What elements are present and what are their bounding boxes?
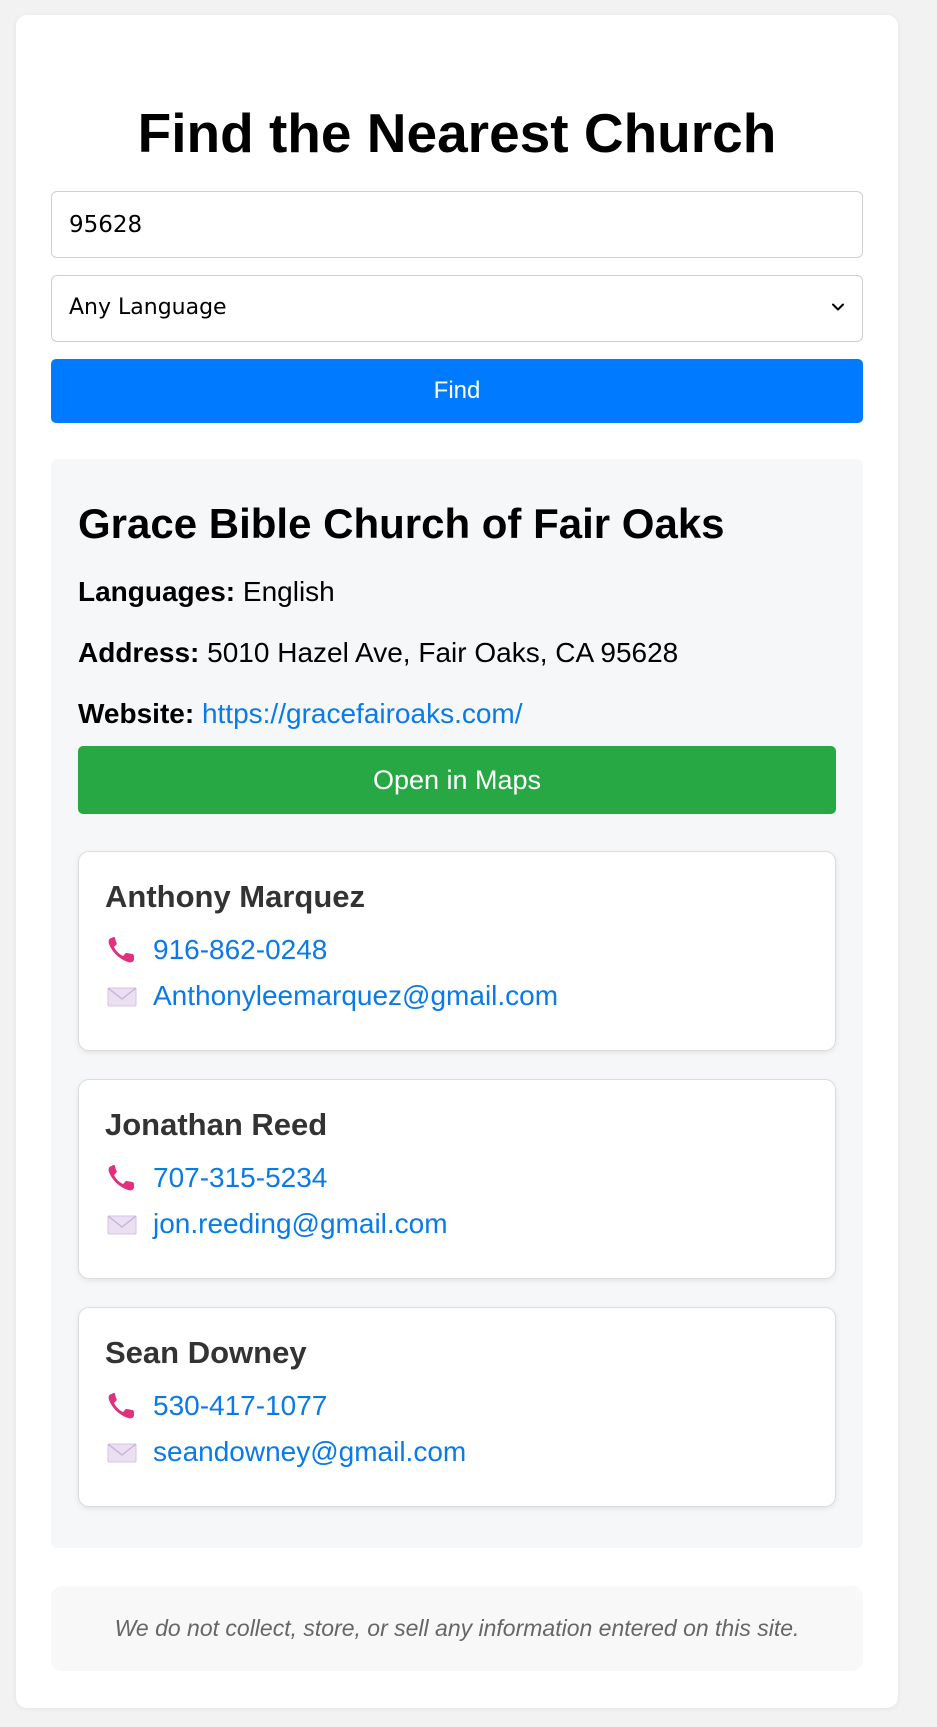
- languages-label: Languages:: [78, 576, 236, 607]
- telephone-receiver-icon: [108, 937, 134, 963]
- zip-input[interactable]: [51, 191, 863, 258]
- main-card: Find the Nearest Church Any Language Fin…: [16, 15, 898, 1708]
- open-in-maps-button[interactable]: Open in Maps: [78, 746, 836, 814]
- languages-line: Languages: English: [78, 575, 335, 609]
- website-line: Website: https://gracefairoaks.com/: [78, 697, 523, 731]
- languages-value: English: [242, 576, 335, 607]
- contact-name: Anthony Marquez: [105, 879, 366, 914]
- envelope-icon: [107, 987, 137, 1007]
- contact-card: Anthony Marquez 916-862-0248 Anthonyleem…: [78, 851, 836, 1051]
- contact-card: Jonathan Reed 707-315-5234 jon.reeding@g…: [78, 1079, 836, 1279]
- contact-phone-link[interactable]: 916-862-0248: [153, 933, 327, 967]
- find-button[interactable]: Find: [51, 359, 863, 423]
- contact-phone-row: 707-315-5234: [105, 1160, 327, 1196]
- language-select-value: Any Language: [69, 295, 227, 320]
- chevron-down-icon: [832, 303, 844, 311]
- contact-phone-row: 530-417-1077: [105, 1388, 327, 1424]
- contact-phone-row: 916-862-0248: [105, 932, 327, 968]
- website-label: Website:: [78, 698, 195, 729]
- contact-email-link[interactable]: seandowney@gmail.com: [153, 1435, 466, 1469]
- language-select[interactable]: Any Language: [51, 275, 863, 342]
- church-name: Grace Bible Church of Fair Oaks: [78, 500, 725, 547]
- telephone-receiver-icon: [108, 1165, 134, 1191]
- telephone-receiver-icon: [108, 1393, 134, 1419]
- address-value: 5010 Hazel Ave, Fair Oaks, CA 95628: [207, 637, 679, 668]
- contact-email-row: Anthonyleemarquez@gmail.com: [105, 978, 558, 1014]
- envelope-icon: [107, 1215, 137, 1235]
- address-label: Address:: [78, 637, 200, 668]
- website-link[interactable]: https://gracefairoaks.com/: [202, 698, 523, 729]
- envelope-icon: [107, 1443, 137, 1463]
- contact-card: Sean Downey 530-417-1077 seandowney@gmai…: [78, 1307, 836, 1507]
- contact-email-row: jon.reeding@gmail.com: [105, 1206, 448, 1242]
- contact-name: Sean Downey: [105, 1335, 307, 1370]
- contact-phone-link[interactable]: 707-315-5234: [153, 1161, 327, 1195]
- privacy-note: We do not collect, store, or sell any in…: [51, 1586, 863, 1671]
- contact-email-row: seandowney@gmail.com: [105, 1434, 466, 1470]
- contact-email-link[interactable]: jon.reeding@gmail.com: [153, 1207, 448, 1241]
- page-title: Find the Nearest Church: [137, 102, 777, 164]
- contact-email-link[interactable]: Anthonyleemarquez@gmail.com: [153, 979, 558, 1013]
- church-result-card: Grace Bible Church of Fair Oaks Language…: [51, 459, 863, 1548]
- contact-name: Jonathan Reed: [105, 1107, 328, 1142]
- contact-phone-link[interactable]: 530-417-1077: [153, 1389, 327, 1423]
- address-line: Address: 5010 Hazel Ave, Fair Oaks, CA 9…: [78, 636, 678, 670]
